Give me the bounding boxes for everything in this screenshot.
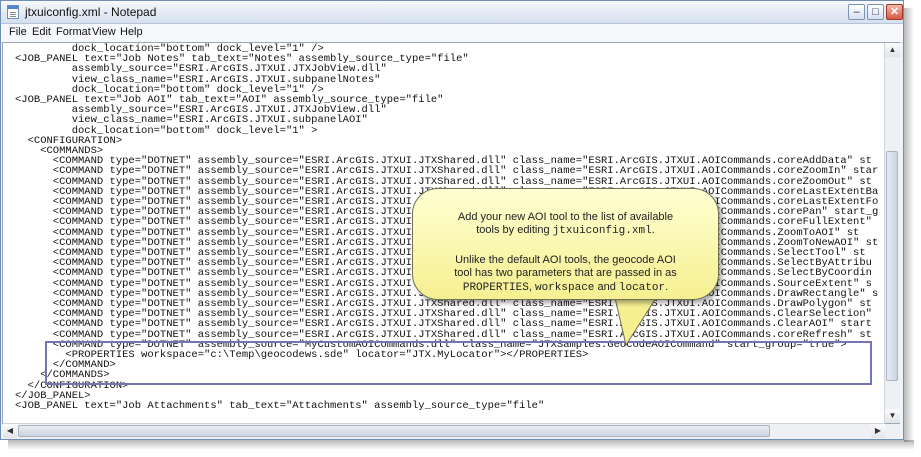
vertical-scrollbar[interactable]: ▲ ▼ bbox=[884, 43, 900, 423]
window-title: jtxuiconfig.xml - Notepad bbox=[25, 5, 157, 19]
scroll-up-arrow-icon[interactable]: ▲ bbox=[885, 43, 900, 57]
window-shadow-right bbox=[904, 8, 914, 442]
callout-filename: jtxuiconfig.xml bbox=[552, 225, 652, 237]
callout-p1-l2-prefix: tools by editing bbox=[476, 224, 553, 236]
callout-line-3: Unlike the default AOI tools, the geocod… bbox=[418, 254, 713, 267]
notepad-app-icon[interactable] bbox=[7, 5, 19, 19]
menu-file[interactable]: File bbox=[9, 26, 27, 38]
callout-line-5: PROPERTIES, workspace and locator. bbox=[418, 281, 713, 295]
callout-kw-workspace: workspace bbox=[534, 282, 595, 294]
title-bar[interactable]: jtxuiconfig.xml - Notepad – □ ✕ bbox=[1, 1, 903, 24]
callout-end: . bbox=[665, 281, 669, 293]
vertical-scroll-thumb[interactable] bbox=[886, 151, 898, 381]
menu-view[interactable]: View bbox=[92, 26, 116, 38]
close-button[interactable]: ✕ bbox=[886, 4, 903, 20]
callout-line-1: Add your new AOI tool to the list of ava… bbox=[418, 211, 713, 224]
menu-format[interactable]: Format bbox=[56, 26, 91, 38]
callout-p2-l2: tool has two parameters that are passed … bbox=[454, 267, 677, 279]
scroll-down-arrow-icon[interactable]: ▼ bbox=[885, 409, 900, 423]
horizontal-scroll-thumb[interactable] bbox=[18, 425, 770, 437]
new-command-highlight bbox=[45, 341, 872, 385]
menu-bar: File Edit Format View Help bbox=[1, 24, 903, 43]
callout-line-2: tools by editing jtxuiconfig.xml. bbox=[418, 224, 713, 238]
callout-line-4: tool has two parameters that are passed … bbox=[418, 267, 713, 280]
scroll-left-arrow-icon[interactable]: ◀ bbox=[3, 424, 17, 438]
menu-help[interactable]: Help bbox=[120, 26, 143, 38]
resize-grip-icon[interactable] bbox=[885, 424, 900, 438]
minimize-button[interactable]: – bbox=[848, 4, 865, 20]
window-shadow-bottom bbox=[8, 440, 914, 450]
callout-p2-l1: Unlike the default AOI tools, the geocod… bbox=[455, 254, 676, 266]
callout-kw-locator: locator bbox=[618, 282, 666, 294]
scroll-right-arrow-icon[interactable]: ▶ bbox=[871, 424, 885, 438]
callout-p1-l1: Add your new AOI tool to the list of ava… bbox=[457, 211, 674, 223]
callout-kw-properties: PROPERTIES bbox=[462, 282, 529, 294]
callout-sep-2: and bbox=[594, 281, 619, 293]
callout-p1-l2-suffix: . bbox=[651, 224, 655, 236]
menu-edit[interactable]: Edit bbox=[32, 26, 51, 38]
horizontal-scrollbar[interactable]: ◀ ▶ bbox=[3, 423, 885, 439]
code-line: <JOB_PANEL text="Job Attachments" tab_te… bbox=[15, 400, 545, 412]
maximize-button[interactable]: □ bbox=[867, 4, 884, 20]
